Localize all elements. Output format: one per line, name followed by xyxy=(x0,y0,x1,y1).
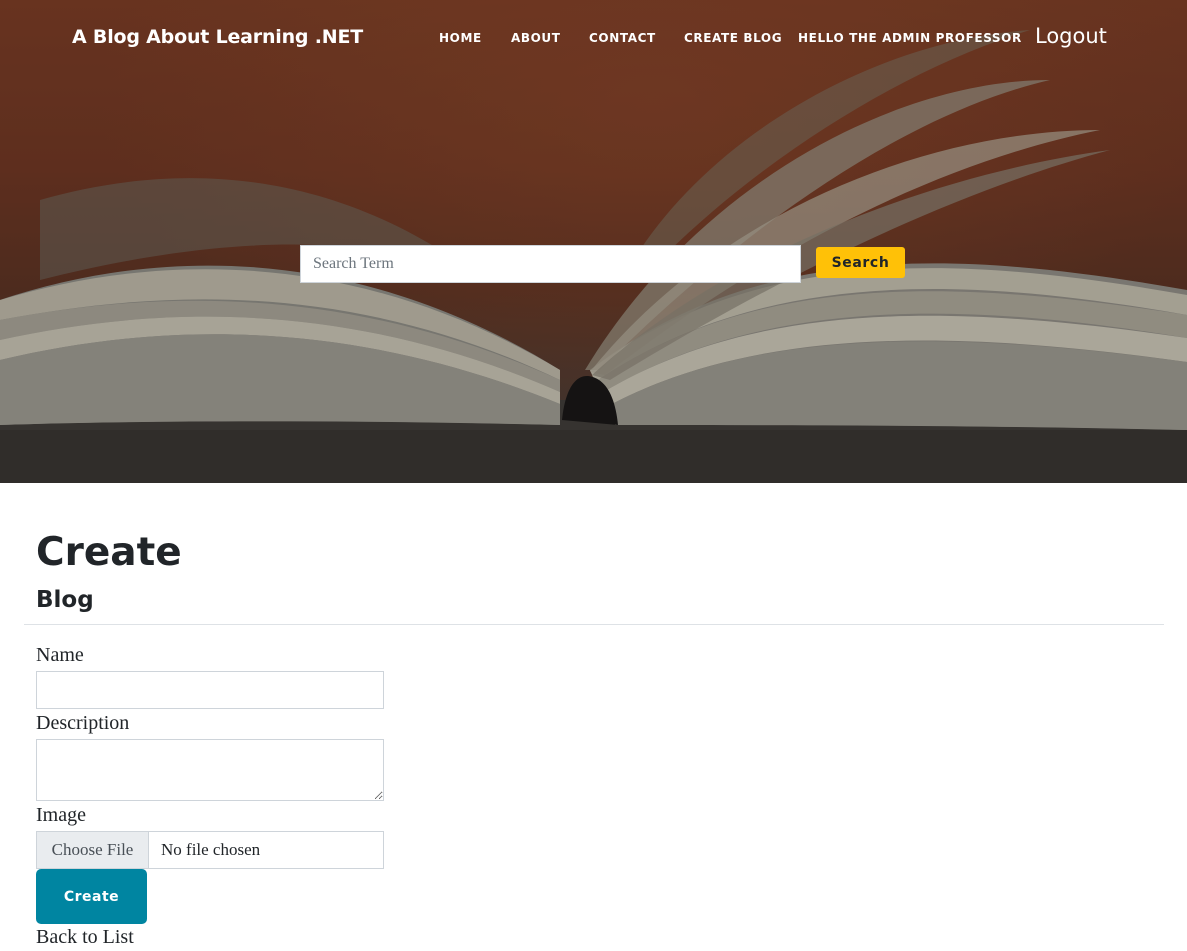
nav-contact[interactable]: CONTACT xyxy=(589,31,656,45)
brand-logo-link[interactable]: A Blog About Learning .NET xyxy=(72,26,363,48)
nav-create-blog[interactable]: CREATE BLOG xyxy=(684,31,782,45)
description-field[interactable] xyxy=(36,739,384,801)
description-label: Description xyxy=(36,712,130,734)
page-subtitle: Blog xyxy=(36,587,94,613)
back-to-list-link[interactable]: Back to List xyxy=(36,926,134,949)
hero-banner: A Blog About Learning .NET HOME ABOUT CO… xyxy=(0,0,1187,483)
hero-overlay xyxy=(0,0,1187,483)
image-file-input[interactable]: Choose File No file chosen xyxy=(36,831,384,869)
name-field[interactable] xyxy=(36,671,384,709)
choose-file-button[interactable]: Choose File xyxy=(37,832,149,868)
image-label: Image xyxy=(36,804,86,826)
logout-link[interactable]: Logout xyxy=(1035,24,1107,48)
nav-about[interactable]: ABOUT xyxy=(511,31,561,45)
name-label: Name xyxy=(36,644,84,666)
divider xyxy=(24,624,1164,625)
search-input[interactable] xyxy=(300,245,801,283)
search-button[interactable]: Search xyxy=(816,247,905,278)
page-title: Create xyxy=(36,530,182,575)
nav-user-greeting[interactable]: HELLO THE ADMIN PROFESSOR xyxy=(798,31,1022,45)
create-button[interactable]: Create xyxy=(36,869,147,924)
nav-home[interactable]: HOME xyxy=(439,31,482,45)
file-status-text: No file chosen xyxy=(161,840,261,859)
